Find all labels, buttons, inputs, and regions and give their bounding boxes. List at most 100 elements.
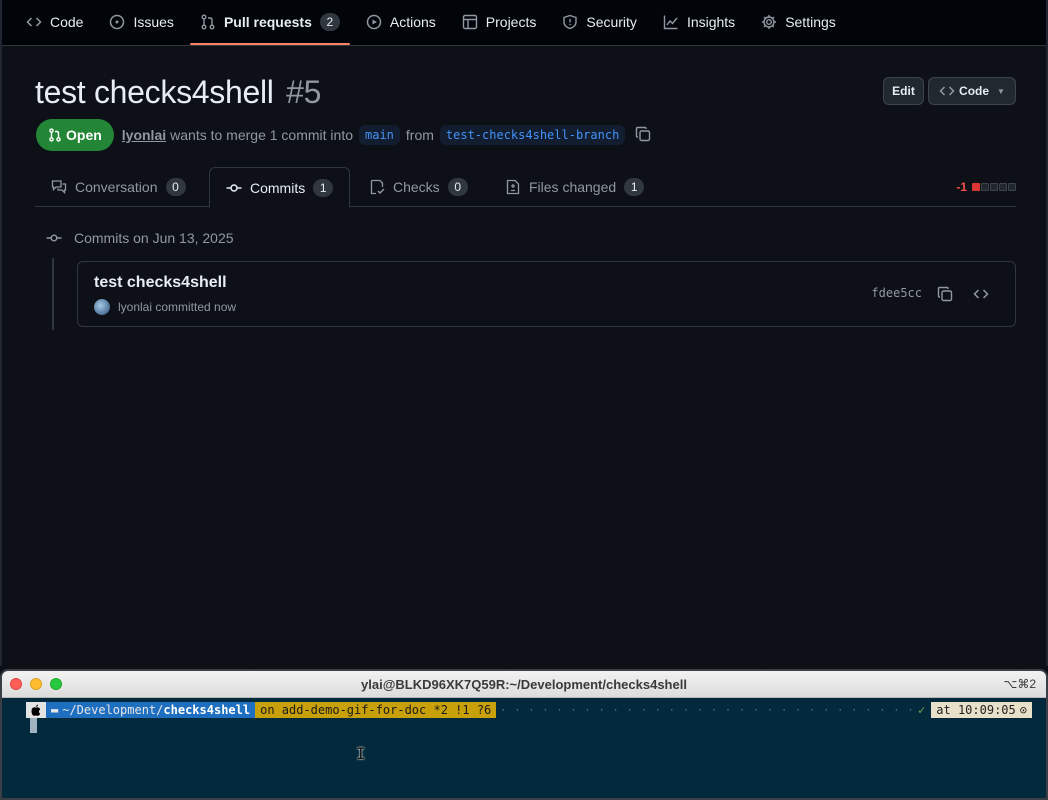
code-icon bbox=[26, 14, 42, 30]
diffstat-block bbox=[990, 183, 998, 191]
nav-label: Pull requests bbox=[223, 14, 312, 30]
commit-row: test checks4shell lyonlai committed now … bbox=[77, 261, 1016, 327]
edit-button[interactable]: Edit bbox=[883, 77, 924, 105]
terminal-window: ylai@BLKD96XK7Q59R:~/Development/checks4… bbox=[0, 669, 1048, 800]
copy-icon bbox=[937, 286, 953, 302]
nav-label: Insights bbox=[686, 14, 736, 30]
code-icon bbox=[939, 86, 955, 96]
diffstat-block bbox=[972, 183, 980, 191]
prompt-time: at 10:09:05 ⊙ bbox=[931, 702, 1032, 718]
prompt-directory: ▬ ~/Development/checks4shell bbox=[46, 702, 256, 718]
nav-label: Settings bbox=[785, 14, 836, 30]
pr-title-text: test checks4shell bbox=[35, 74, 274, 110]
tab-counter: 0 bbox=[447, 178, 468, 196]
tab-counter: 0 bbox=[165, 178, 186, 196]
commit-title[interactable]: test checks4shell bbox=[94, 274, 227, 292]
commit-meta: lyonlai committed now bbox=[94, 299, 236, 315]
git-pull-request-icon bbox=[49, 128, 61, 142]
tab-label: Checks bbox=[393, 179, 440, 195]
code-icon bbox=[973, 289, 989, 299]
nav-issues[interactable]: Issues bbox=[99, 0, 183, 45]
state-label: Open bbox=[66, 127, 102, 143]
git-commit-icon bbox=[46, 230, 62, 246]
prompt-status: ✓ bbox=[918, 703, 926, 717]
folder-icon: ▬ bbox=[51, 703, 59, 717]
prompt-git-status: on add-demo-gif-for-doc *2 !1 ?6 bbox=[255, 702, 497, 718]
nav-pull-requests[interactable]: Pull requests 2 bbox=[189, 0, 350, 45]
text-cursor-icon: I bbox=[356, 744, 366, 763]
commits-heading: Commits on Jun 13, 2025 bbox=[46, 230, 234, 246]
tab-counter: 1 bbox=[313, 178, 334, 197]
triangle-down-icon: ▼ bbox=[997, 86, 1005, 96]
timeline-line bbox=[52, 258, 54, 330]
clock-icon: ⊙ bbox=[1019, 703, 1027, 717]
apple-icon bbox=[26, 702, 46, 718]
terminal-title: ylai@BLKD96XK7Q59R:~/Development/checks4… bbox=[361, 677, 687, 692]
dir-name: checks4shell bbox=[163, 703, 251, 717]
gear-icon bbox=[761, 14, 777, 30]
diffstat-block bbox=[1008, 183, 1016, 191]
diffstat-deletions: -1 bbox=[956, 180, 967, 194]
nav-settings[interactable]: Settings bbox=[751, 0, 846, 45]
comment-discussion-icon bbox=[51, 179, 67, 195]
tab-conversation[interactable]: Conversation 0 bbox=[35, 167, 202, 207]
dir-prefix: ~/Development/ bbox=[62, 703, 164, 717]
commit-meta-text: lyonlai committed now bbox=[118, 300, 237, 314]
avatar[interactable] bbox=[94, 299, 110, 315]
github-pr-page: Code Issues Pull requests 2 Actions Proj… bbox=[0, 0, 1048, 666]
code-button-label: Code bbox=[959, 84, 990, 98]
shield-icon bbox=[562, 14, 578, 30]
diffstat-block bbox=[981, 183, 989, 191]
commit-sha[interactable]: fdee5cc bbox=[871, 286, 922, 300]
tab-counter: 1 bbox=[624, 178, 645, 196]
terminal-titlebar: ylai@BLKD96XK7Q59R:~/Development/checks4… bbox=[2, 671, 1046, 698]
nav-code[interactable]: Code bbox=[16, 0, 93, 45]
nav-projects[interactable]: Projects bbox=[452, 0, 547, 45]
nav-insights[interactable]: Insights bbox=[653, 0, 745, 45]
nav-actions[interactable]: Actions bbox=[356, 0, 446, 45]
from-text: from bbox=[405, 127, 434, 143]
tab-checks[interactable]: Checks 0 bbox=[353, 167, 484, 207]
code-button[interactable]: Code ▼ bbox=[928, 77, 1016, 105]
tab-label: Conversation bbox=[75, 179, 158, 195]
graph-icon bbox=[663, 14, 679, 30]
diffstat: -1 bbox=[956, 180, 1016, 194]
browse-code-button[interactable] bbox=[969, 282, 993, 306]
nav-label: Security bbox=[586, 14, 637, 30]
repo-nav: Code Issues Pull requests 2 Actions Proj… bbox=[2, 0, 1046, 46]
prompt-filler: · · · · · · · · · · · · · · · · · · · · … bbox=[500, 704, 918, 716]
pr-number: #5 bbox=[286, 74, 322, 110]
nav-label: Issues bbox=[133, 14, 174, 30]
git-commit-icon bbox=[226, 180, 242, 196]
base-branch[interactable]: main bbox=[359, 125, 400, 145]
shell-prompt: ▬ ~/Development/checks4shell on add-demo… bbox=[2, 702, 1046, 718]
tab-commits[interactable]: Commits 1 bbox=[209, 167, 351, 208]
state-badge: Open bbox=[36, 119, 114, 151]
tab-label: Commits bbox=[250, 179, 306, 196]
git-pull-request-icon bbox=[200, 14, 216, 30]
commits-heading-text: Commits on Jun 13, 2025 bbox=[74, 230, 234, 246]
nav-label: Code bbox=[50, 14, 84, 30]
nav-label: Projects bbox=[485, 14, 537, 30]
terminal-cursor bbox=[30, 718, 37, 733]
copy-sha-button[interactable] bbox=[933, 282, 957, 306]
copy-icon[interactable] bbox=[635, 126, 651, 145]
pr-title: test checks4shell #5 bbox=[35, 74, 321, 111]
table-icon bbox=[462, 14, 478, 30]
prompt-time-text: at 10:09:05 bbox=[936, 703, 1016, 717]
issue-opened-icon bbox=[109, 14, 125, 30]
nav-label: Actions bbox=[389, 14, 436, 30]
diffstat-block bbox=[999, 183, 1007, 191]
nav-security[interactable]: Security bbox=[552, 0, 647, 45]
head-branch[interactable]: test-checks4shell-branch bbox=[439, 125, 626, 145]
file-diff-icon bbox=[505, 179, 521, 195]
tab-files-changed[interactable]: Files changed 1 bbox=[489, 167, 660, 207]
play-icon bbox=[366, 14, 382, 30]
pr-meta: Open lyonlai wants to merge 1 commit int… bbox=[36, 119, 651, 151]
pr-tabs: Conversation 0 Commits 1 Checks 0 Files … bbox=[35, 167, 1016, 208]
tab-label: Files changed bbox=[529, 179, 617, 195]
nav-counter: 2 bbox=[319, 13, 340, 31]
merge-text: wants to merge 1 commit into bbox=[170, 127, 353, 143]
author-link[interactable]: lyonlai bbox=[122, 127, 166, 143]
checklist-icon bbox=[369, 179, 385, 195]
